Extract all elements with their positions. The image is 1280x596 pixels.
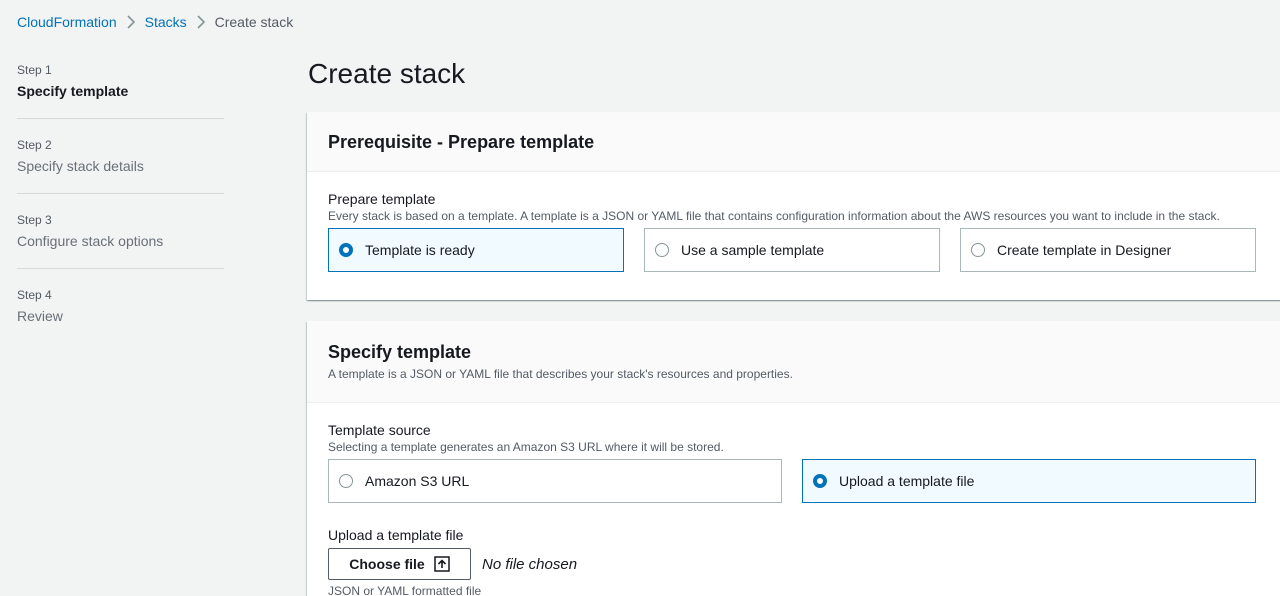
wizard-step-1[interactable]: Step 1 Specify template bbox=[17, 62, 224, 119]
use-sample-template-option[interactable]: Use a sample template bbox=[644, 228, 940, 272]
step-number: Step 1 bbox=[17, 63, 52, 77]
option-label: Use a sample template bbox=[681, 242, 825, 258]
prerequisite-panel-header: Prerequisite - Prepare template bbox=[307, 112, 1280, 172]
radio-button-icon[interactable] bbox=[339, 243, 353, 257]
template-source-label: Template source bbox=[328, 422, 431, 438]
specify-template-panel-header: Specify template A template is a JSON or… bbox=[307, 321, 1280, 403]
amazon-s3-url-option[interactable]: Amazon S3 URL bbox=[328, 459, 782, 503]
step-title: Specify template bbox=[17, 83, 129, 99]
upload-template-label: Upload a template file bbox=[328, 527, 464, 543]
breadcrumb-stacks-link[interactable]: Stacks bbox=[145, 14, 187, 30]
wizard-step-4[interactable]: Step 4 Review bbox=[17, 269, 224, 344]
option-label: Template is ready bbox=[365, 242, 475, 258]
specify-template-title: Specify template bbox=[328, 342, 472, 362]
step-title: Specify stack details bbox=[17, 158, 144, 174]
step-number: Step 2 bbox=[17, 138, 52, 152]
option-label: Amazon S3 URL bbox=[365, 473, 470, 489]
step-number: Step 4 bbox=[17, 288, 52, 302]
specify-template-description: A template is a JSON or YAML file that d… bbox=[328, 367, 793, 381]
prerequisite-title: Prerequisite - Prepare template bbox=[328, 132, 595, 152]
radio-button-icon[interactable] bbox=[813, 474, 827, 488]
radio-button-icon[interactable] bbox=[971, 243, 985, 257]
template-source-description: Selecting a template generates an Amazon… bbox=[328, 440, 724, 454]
wizard-step-3[interactable]: Step 3 Configure stack options bbox=[17, 194, 224, 269]
chevron-right-icon bbox=[187, 15, 215, 29]
radio-button-icon[interactable] bbox=[339, 474, 353, 488]
prepare-template-options: Template is ready Use a sample template … bbox=[328, 228, 1276, 272]
option-label: Upload a template file bbox=[839, 473, 975, 489]
file-upload-row: Choose file No file chosen bbox=[328, 548, 1276, 580]
breadcrumb-cloudformation-link[interactable]: CloudFormation bbox=[17, 14, 117, 30]
wizard-steps: Step 1 Specify template Step 2 Specify s… bbox=[17, 62, 224, 344]
option-label: Create template in Designer bbox=[997, 242, 1172, 258]
chevron-right-icon bbox=[117, 15, 145, 29]
step-number: Step 3 bbox=[17, 213, 52, 227]
template-source-options: Amazon S3 URL Upload a template file bbox=[328, 459, 1276, 503]
wizard-step-2[interactable]: Step 2 Specify stack details bbox=[17, 119, 224, 194]
choose-file-label: Choose file bbox=[349, 556, 425, 572]
prepare-template-label: Prepare template bbox=[328, 191, 436, 207]
no-file-chosen-text: No file chosen bbox=[482, 555, 578, 573]
upload-template-file-option[interactable]: Upload a template file bbox=[802, 459, 1256, 503]
choose-file-button[interactable]: Choose file bbox=[328, 548, 471, 580]
page-title: Create stack bbox=[308, 58, 466, 89]
breadcrumb: CloudFormation Stacks Create stack bbox=[17, 14, 293, 30]
upload-icon bbox=[433, 556, 450, 572]
prepare-template-description: Every stack is based on a template. A te… bbox=[328, 209, 1220, 223]
prerequisite-panel: Prerequisite - Prepare template Prepare … bbox=[307, 112, 1280, 300]
file-constraint-text: JSON or YAML formatted file bbox=[328, 584, 482, 596]
create-in-designer-option[interactable]: Create template in Designer bbox=[960, 228, 1256, 272]
specify-template-panel: Specify template A template is a JSON or… bbox=[307, 321, 1280, 596]
template-is-ready-option[interactable]: Template is ready bbox=[328, 228, 624, 272]
step-title: Configure stack options bbox=[17, 233, 164, 249]
radio-button-icon[interactable] bbox=[655, 243, 669, 257]
breadcrumb-current: Create stack bbox=[214, 14, 294, 30]
step-title: Review bbox=[17, 308, 63, 324]
